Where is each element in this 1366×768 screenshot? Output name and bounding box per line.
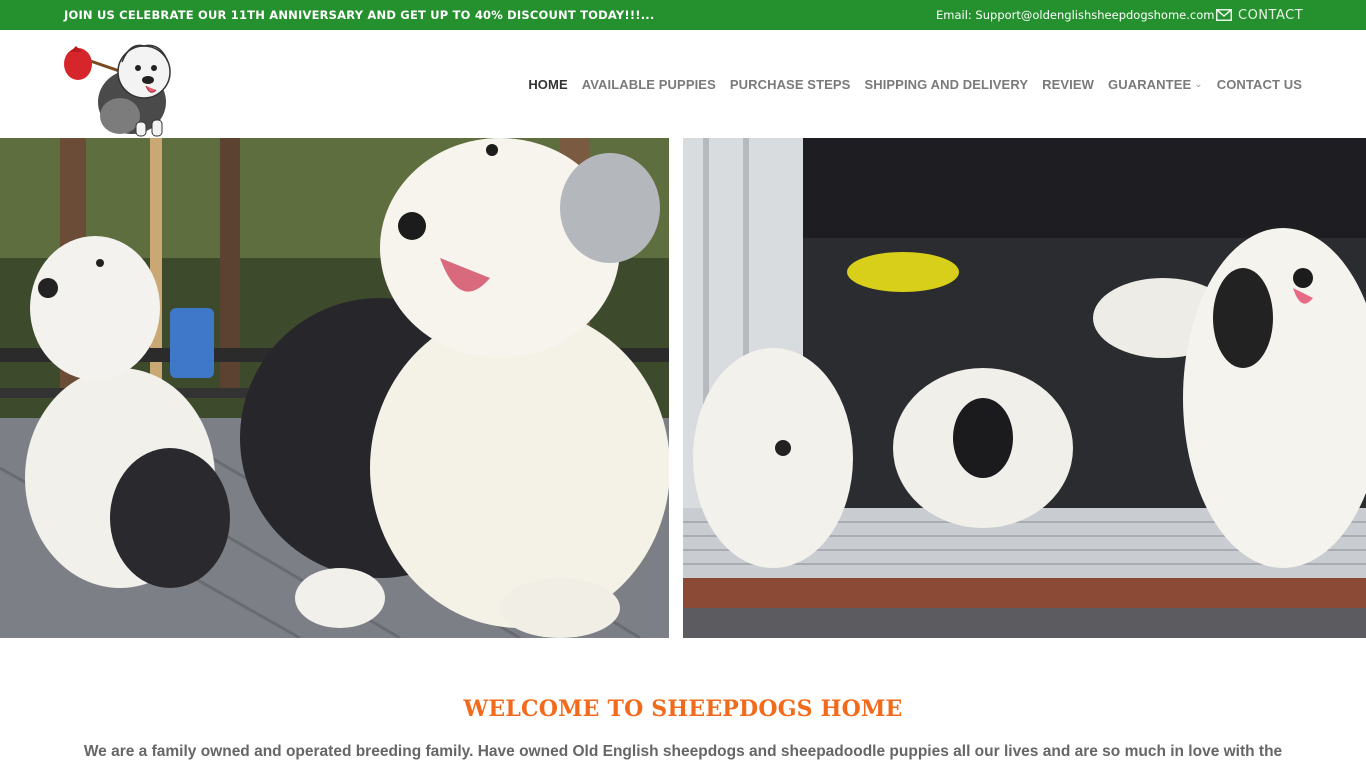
welcome-text: We are a family owned and operated breed… [83,743,1283,760]
nav-purchase-steps-label: PURCHASE STEPS [729,76,851,92]
hero-gallery [0,138,1366,638]
sheepdog-with-bindle-logo [64,44,171,137]
nav-review-label: REVIEW [1042,76,1094,92]
nav-home-label: HOME [528,76,568,92]
puppies-on-deck-photo [0,138,669,638]
puppies-at-door-photo [683,138,1366,638]
top-announcement-bar: JOIN US CELEBRATE OUR 11TH ANNIVERSARY A… [0,0,1366,30]
welcome-title: WELCOME TO SHEEPDOGS HOME [463,696,903,722]
nav-contact-us-label: CONTACT US [1216,76,1302,92]
chevron-down-icon: ⌄ [1194,78,1203,90]
nav-guarantee-label: GUARANTEE [1108,76,1192,92]
nav-available-puppies-label: AVAILABLE PUPPIES [581,76,716,92]
nav-contact-us[interactable]: CONTACT US [1217,77,1302,92]
top-contact-link[interactable]: CONTACT [1216,0,1303,30]
nav-review[interactable]: REVIEW [1042,77,1094,92]
nav-available-puppies[interactable]: AVAILABLE PUPPIES [582,77,716,92]
nav-home[interactable]: HOME [528,77,567,92]
site-logo[interactable] [60,32,182,138]
nav-shipping-and-delivery[interactable]: SHIPPING AND DELIVERY [864,77,1028,92]
nav-purchase-steps[interactable]: PURCHASE STEPS [730,77,851,92]
support-email[interactable]: Email: Support@oldenglishsheepdogshome.c… [936,0,1214,30]
envelope-icon [1216,9,1232,21]
nav-guarantee[interactable]: GUARANTEE ⌄ [1108,77,1203,92]
nav-shipping-label: SHIPPING AND DELIVERY [864,76,1029,92]
promo-text: JOIN US CELEBRATE OUR 11TH ANNIVERSARY A… [64,8,655,22]
top-contact-label: CONTACT [1238,7,1304,23]
main-navigation: HOME AVAILABLE PUPPIES PURCHASE STEPS SH… [528,30,1302,138]
